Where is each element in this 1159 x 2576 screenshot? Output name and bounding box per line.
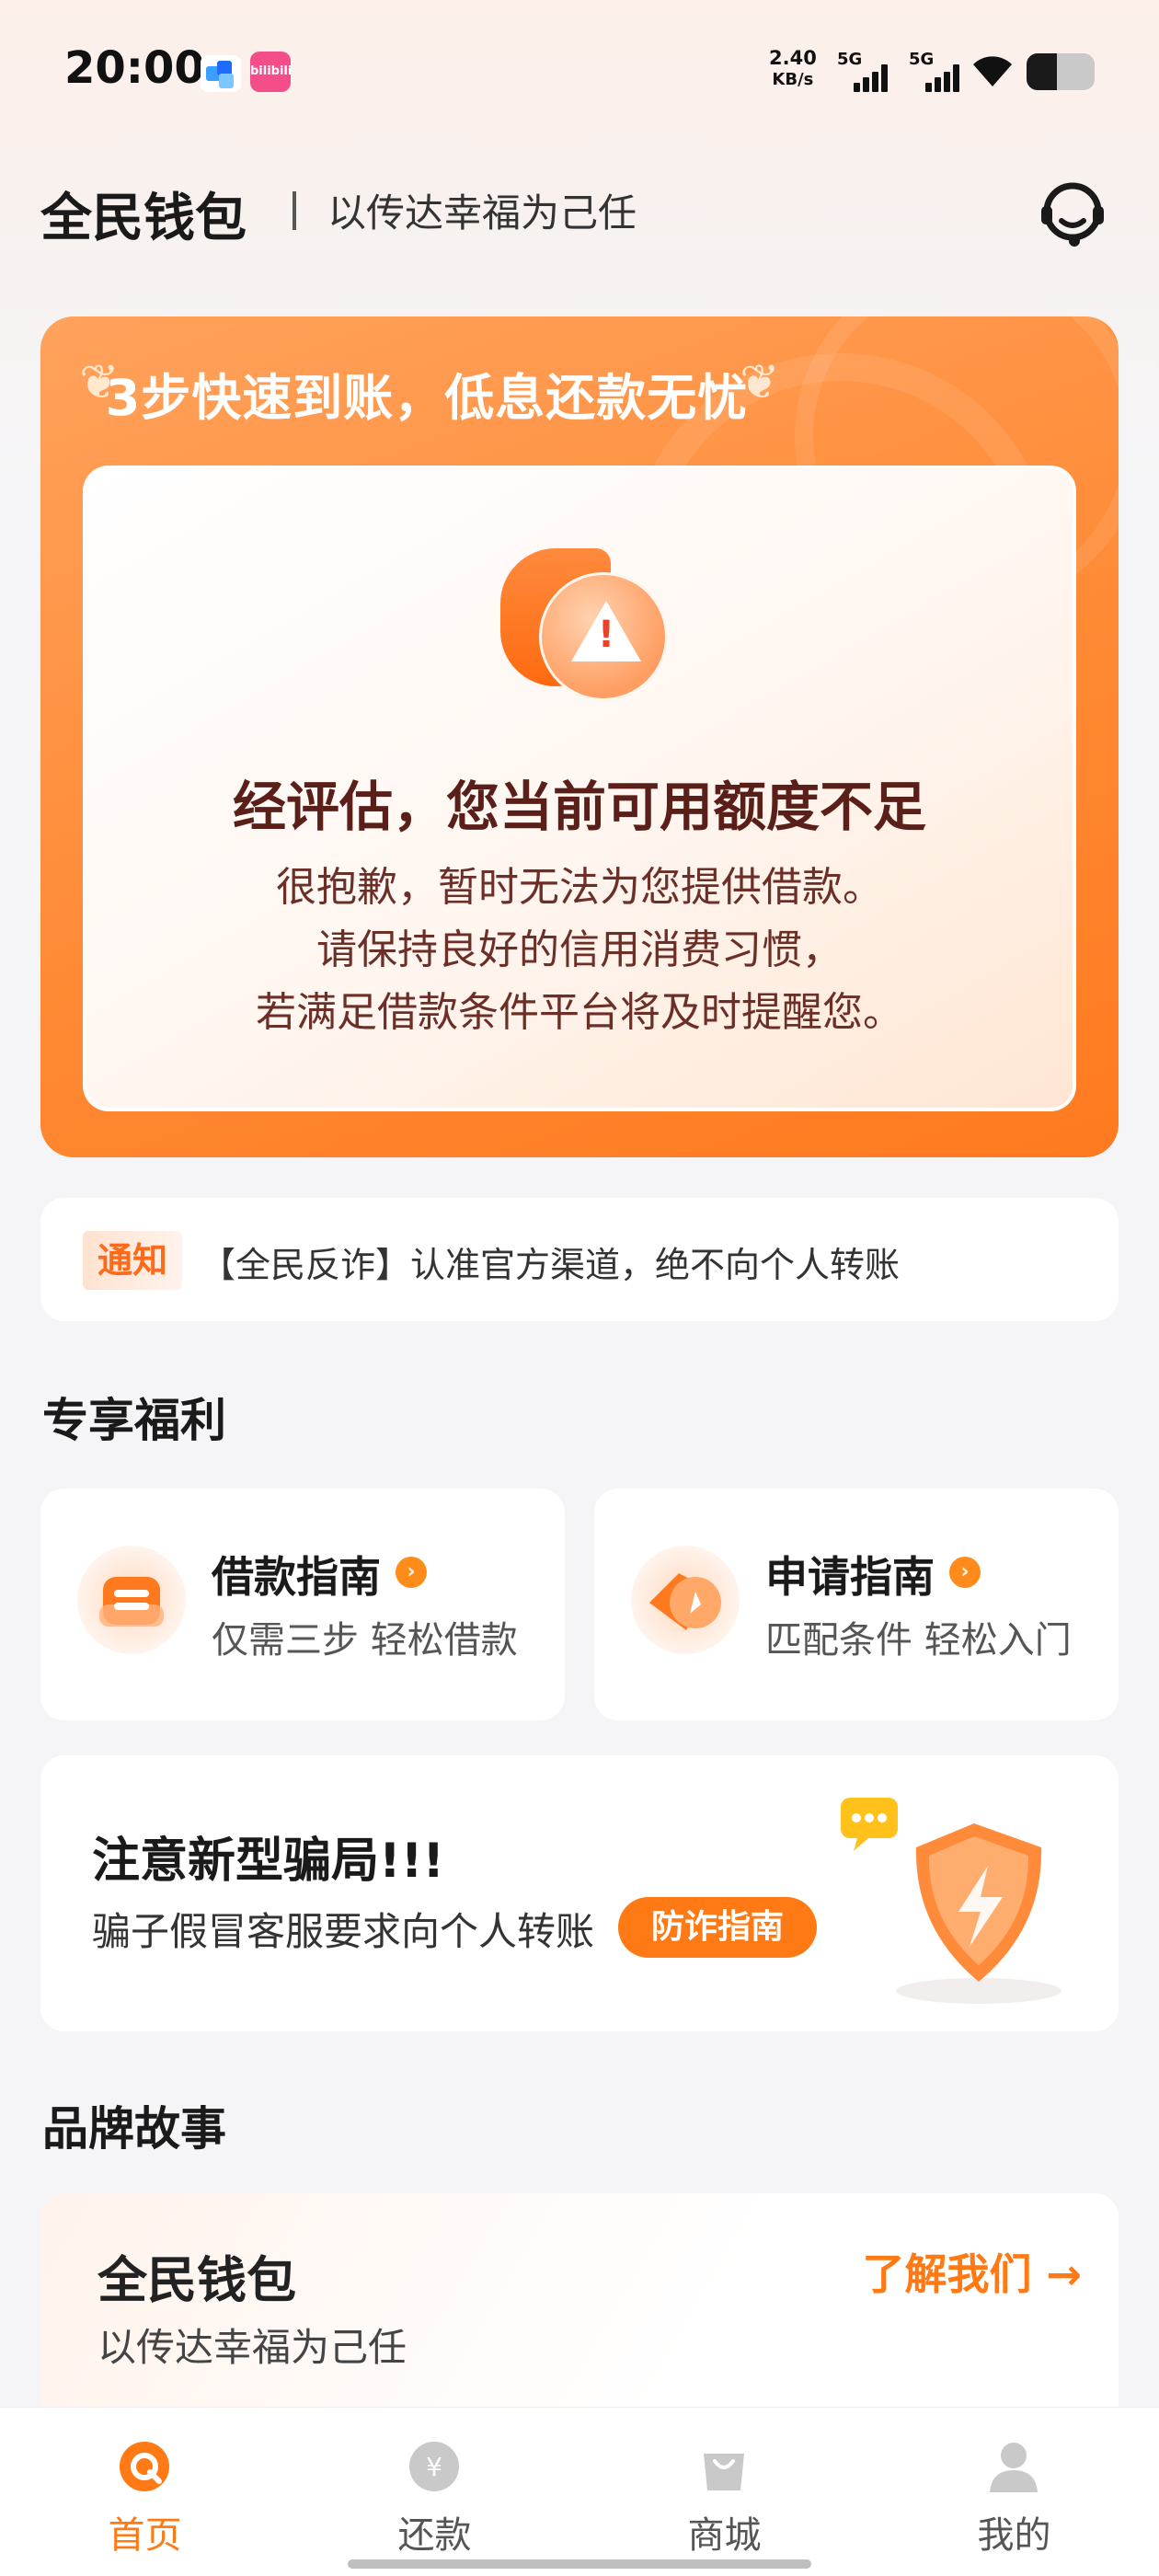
status-bar: 20:00 bilibili 2.40 KB/s 5G 5G (0, 0, 1159, 138)
credit-result-line: 若满足借款条件平台将及时提醒您。 (256, 989, 903, 1036)
loan-guide-icon (77, 1546, 186, 1654)
nav-profile-label: 我的 (977, 2514, 1051, 2557)
hero-slogan: 3步快速到账，低息还款无忧 (105, 369, 749, 427)
brand-name: 全民钱包 (98, 2251, 296, 2309)
nav-home-label: 首页 (108, 2514, 182, 2557)
credit-result-line: 请保持良好的信用消费习惯， (316, 926, 843, 973)
bilibili-notification-icon: bilibili (250, 52, 292, 92)
net-speed-unit: KB/s (772, 70, 814, 89)
warning-icon: ! (500, 548, 668, 714)
home-icon (120, 2442, 169, 2491)
compass-icon (631, 1546, 740, 1654)
section-title-benefits: 专享福利 (42, 1394, 226, 1447)
shop-icon (704, 2454, 744, 2490)
credit-result-title: 经评估，您当前可用额度不足 (232, 776, 926, 838)
notice-tag: 通知 (83, 1231, 182, 1290)
about-us-link[interactable]: 了解我们 → (862, 2241, 1082, 2302)
notice-text: 【全民反诈】认准官方渠道，绝不向个人转账 (201, 1245, 901, 1285)
status-time: 20:00 (64, 42, 205, 94)
shield-icon (841, 1798, 1061, 2004)
headset-icon[interactable] (1034, 175, 1111, 252)
credit-result-line: 很抱歉，暂时无法为您提供借款。 (276, 864, 883, 911)
svg-text:¥: ¥ (426, 2452, 442, 2482)
repay-icon: ¥ (409, 2442, 459, 2491)
anti-fraud-title: 注意新型骗局!!! (92, 1834, 445, 1889)
chevron-right-icon: › (396, 1557, 427, 1588)
chevron-right-icon: › (949, 1557, 981, 1588)
apply-guide-card[interactable]: 申请指南 › 匹配条件 轻松入门 (594, 1489, 1119, 1720)
nav-profile[interactable]: 我的 (869, 2408, 1159, 2576)
nav-repay[interactable]: ¥ 还款 (290, 2408, 580, 2576)
bottom-nav: 首页 ¥ 还款 商城 我的 (0, 2407, 1159, 2576)
battery-level (1027, 53, 1058, 90)
nav-repay-label: 还款 (397, 2514, 472, 2557)
anti-fraud-card[interactable]: 注意新型骗局!!! 骗子假冒客服要求向个人转账 防诈指南 (40, 1755, 1119, 2031)
battery-icon (1027, 53, 1095, 90)
net-speed-value: 2.40 (769, 47, 817, 69)
apply-guide-title: 申请指南 (765, 1552, 935, 1602)
app-name: 全民钱包 (40, 189, 247, 248)
loan-guide-subtitle: 仅需三步 轻松借款 (212, 1619, 518, 1662)
anti-fraud-guide-button[interactable]: 防诈指南 (618, 1897, 817, 1958)
warning-mark: ! (597, 614, 615, 656)
notification-app-icon (201, 55, 241, 92)
notice-bar[interactable]: 通知 【全民反诈】认准官方渠道，绝不向个人转账 (40, 1198, 1119, 1321)
nav-shop[interactable]: 商城 (580, 2408, 869, 2576)
laurel-right-icon: ❦ (740, 355, 780, 410)
loan-guide-title: 借款指南 (212, 1552, 381, 1602)
net-speed: 2.40 KB/s (769, 48, 817, 90)
header-divider (293, 191, 296, 230)
app-slogan: 以传达幸福为己任 (327, 190, 637, 236)
nav-shop-label: 商城 (687, 2514, 762, 2557)
home-indicator[interactable] (348, 2559, 811, 2569)
nav-home[interactable]: 首页 (0, 2408, 290, 2576)
anti-fraud-desc: 骗子假冒客服要求向个人转账 (92, 1909, 595, 1954)
loan-guide-card[interactable]: 借款指南 › 仅需三步 轻松借款 (40, 1489, 565, 1720)
section-title-brand: 品牌故事 (42, 2102, 226, 2156)
credit-status-card: ❦ 3步快速到账，低息还款无忧 ❦ ! 经评估，您当前可用额度不足 很抱歉，暂时… (40, 316, 1119, 1157)
brand-slogan: 以传达幸福为己任 (98, 2325, 407, 2370)
credit-result-panel: ! 经评估，您当前可用额度不足 很抱歉，暂时无法为您提供借款。 请保持良好的信用… (83, 466, 1076, 1111)
app-header: 全民钱包 以传达幸福为己任 (0, 166, 1159, 258)
wifi-icon (973, 56, 1012, 86)
apply-guide-subtitle: 匹配条件 轻松入门 (765, 1619, 1072, 1662)
profile-icon (990, 2443, 1038, 2492)
